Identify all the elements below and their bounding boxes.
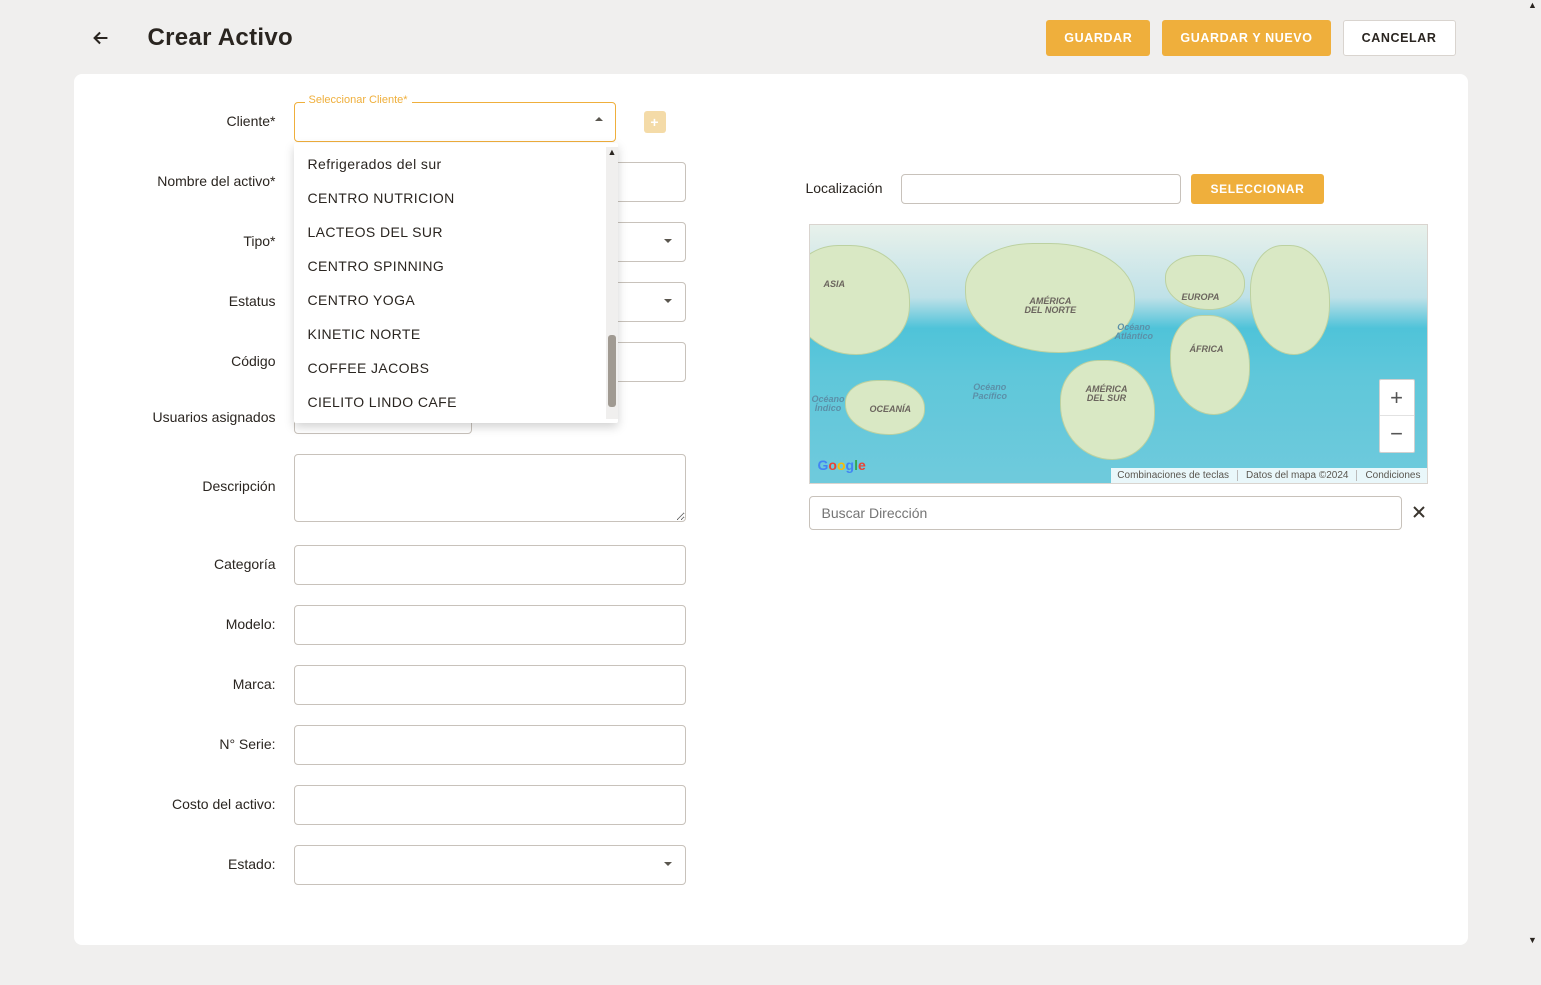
nombre-label: Nombre del activo* [114, 173, 294, 191]
dropdown-option[interactable]: CENTRO NUTRICION [294, 181, 606, 215]
back-icon[interactable] [90, 27, 112, 49]
usuarios-label: Usuarios asignados [114, 409, 294, 427]
dropdown-option[interactable]: CENTRO SPINNING [294, 249, 606, 283]
google-logo: Google [818, 457, 866, 473]
map-label-na: AMÉRICA DEL NORTE [1025, 297, 1077, 316]
cancel-button[interactable]: CANCELAR [1343, 20, 1456, 56]
cliente-select[interactable]: Seleccionar Cliente* Refrigerados del su… [294, 102, 616, 142]
cliente-label: Cliente* [114, 113, 294, 131]
marca-input[interactable] [294, 665, 686, 705]
map-label-pacific: Océano Pacífico [973, 383, 1008, 402]
dropdown-option[interactable]: LACTEOS DEL SUR [294, 215, 606, 249]
costo-label: Costo del activo: [114, 796, 294, 814]
map-footer-keys[interactable]: Combinaciones de teclas [1117, 470, 1238, 481]
map-label-europa: EUROPA [1182, 293, 1220, 302]
dropdown-option[interactable]: CENTRO YOGA [294, 283, 606, 317]
map-label-atlantic: Océano Atlántico [1115, 323, 1154, 342]
clear-search-icon[interactable] [1410, 503, 1428, 524]
localizacion-label: Localización [791, 180, 901, 198]
estado-label: Estado: [114, 856, 294, 874]
descripcion-input[interactable] [294, 454, 686, 522]
dropdown-option[interactable]: COFFEE JACOBS [294, 351, 606, 385]
dropdown-option[interactable]: KINETIC NORTE [294, 317, 606, 351]
save-button[interactable]: GUARDAR [1046, 20, 1150, 56]
buscar-direccion-input[interactable] [809, 496, 1402, 530]
cliente-float-label: Seleccionar Cliente* [305, 94, 412, 106]
page-scrollbar[interactable]: ▲▼ [1525, 0, 1541, 945]
seleccionar-button[interactable]: SELECCIONAR [1191, 174, 1325, 204]
caret-up-icon [593, 112, 605, 128]
localizacion-input[interactable] [901, 174, 1181, 204]
map-footer-terms[interactable]: Condiciones [1365, 470, 1420, 481]
costo-input[interactable] [294, 785, 686, 825]
map-footer-data: Datos del mapa ©2024 [1246, 470, 1357, 481]
map[interactable]: ASIA AMÉRICA DEL NORTE AMÉRICA DEL SUR E… [809, 224, 1428, 484]
categoria-input[interactable] [294, 545, 686, 585]
map-label-oceania: OCEANÍA [870, 405, 912, 414]
page-title: Crear Activo [148, 24, 293, 52]
map-label-africa: ÁFRICA [1190, 345, 1224, 354]
page-header: Crear Activo GUARDAR GUARDAR Y NUEVO CAN… [74, 14, 1468, 74]
marca-label: Marca: [114, 676, 294, 694]
cliente-dropdown: Refrigerados del surCENTRO NUTRICIONLACT… [294, 143, 618, 423]
serie-input[interactable] [294, 725, 686, 765]
map-label-asia: ASIA [824, 280, 846, 289]
estado-select[interactable] [294, 845, 686, 885]
map-footer: Combinaciones de teclas Datos del mapa ©… [1111, 468, 1426, 483]
map-zoom: + − [1379, 379, 1415, 453]
codigo-label: Código [114, 353, 294, 371]
map-label-indian: Océano Índico [812, 395, 845, 414]
tipo-label: Tipo* [114, 233, 294, 251]
save-and-new-button[interactable]: GUARDAR Y NUEVO [1162, 20, 1330, 56]
add-cliente-button[interactable]: + [644, 111, 666, 133]
zoom-in-button[interactable]: + [1380, 380, 1414, 416]
estatus-label: Estatus [114, 293, 294, 311]
map-label-sa: AMÉRICA DEL SUR [1086, 385, 1128, 404]
dropdown-option[interactable]: CIELITO LINDO CAFE [294, 385, 606, 419]
dropdown-option[interactable]: Refrigerados del sur [294, 147, 606, 181]
descripcion-label: Descripción [114, 454, 294, 496]
modelo-label: Modelo: [114, 616, 294, 634]
dropdown-scrollbar[interactable]: ▲ [606, 147, 618, 419]
categoria-label: Categoría [114, 556, 294, 574]
modelo-input[interactable] [294, 605, 686, 645]
serie-label: N° Serie: [114, 736, 294, 754]
form-card: Cliente* Seleccionar Cliente* Refrigerad… [74, 74, 1468, 945]
zoom-out-button[interactable]: − [1380, 416, 1414, 452]
